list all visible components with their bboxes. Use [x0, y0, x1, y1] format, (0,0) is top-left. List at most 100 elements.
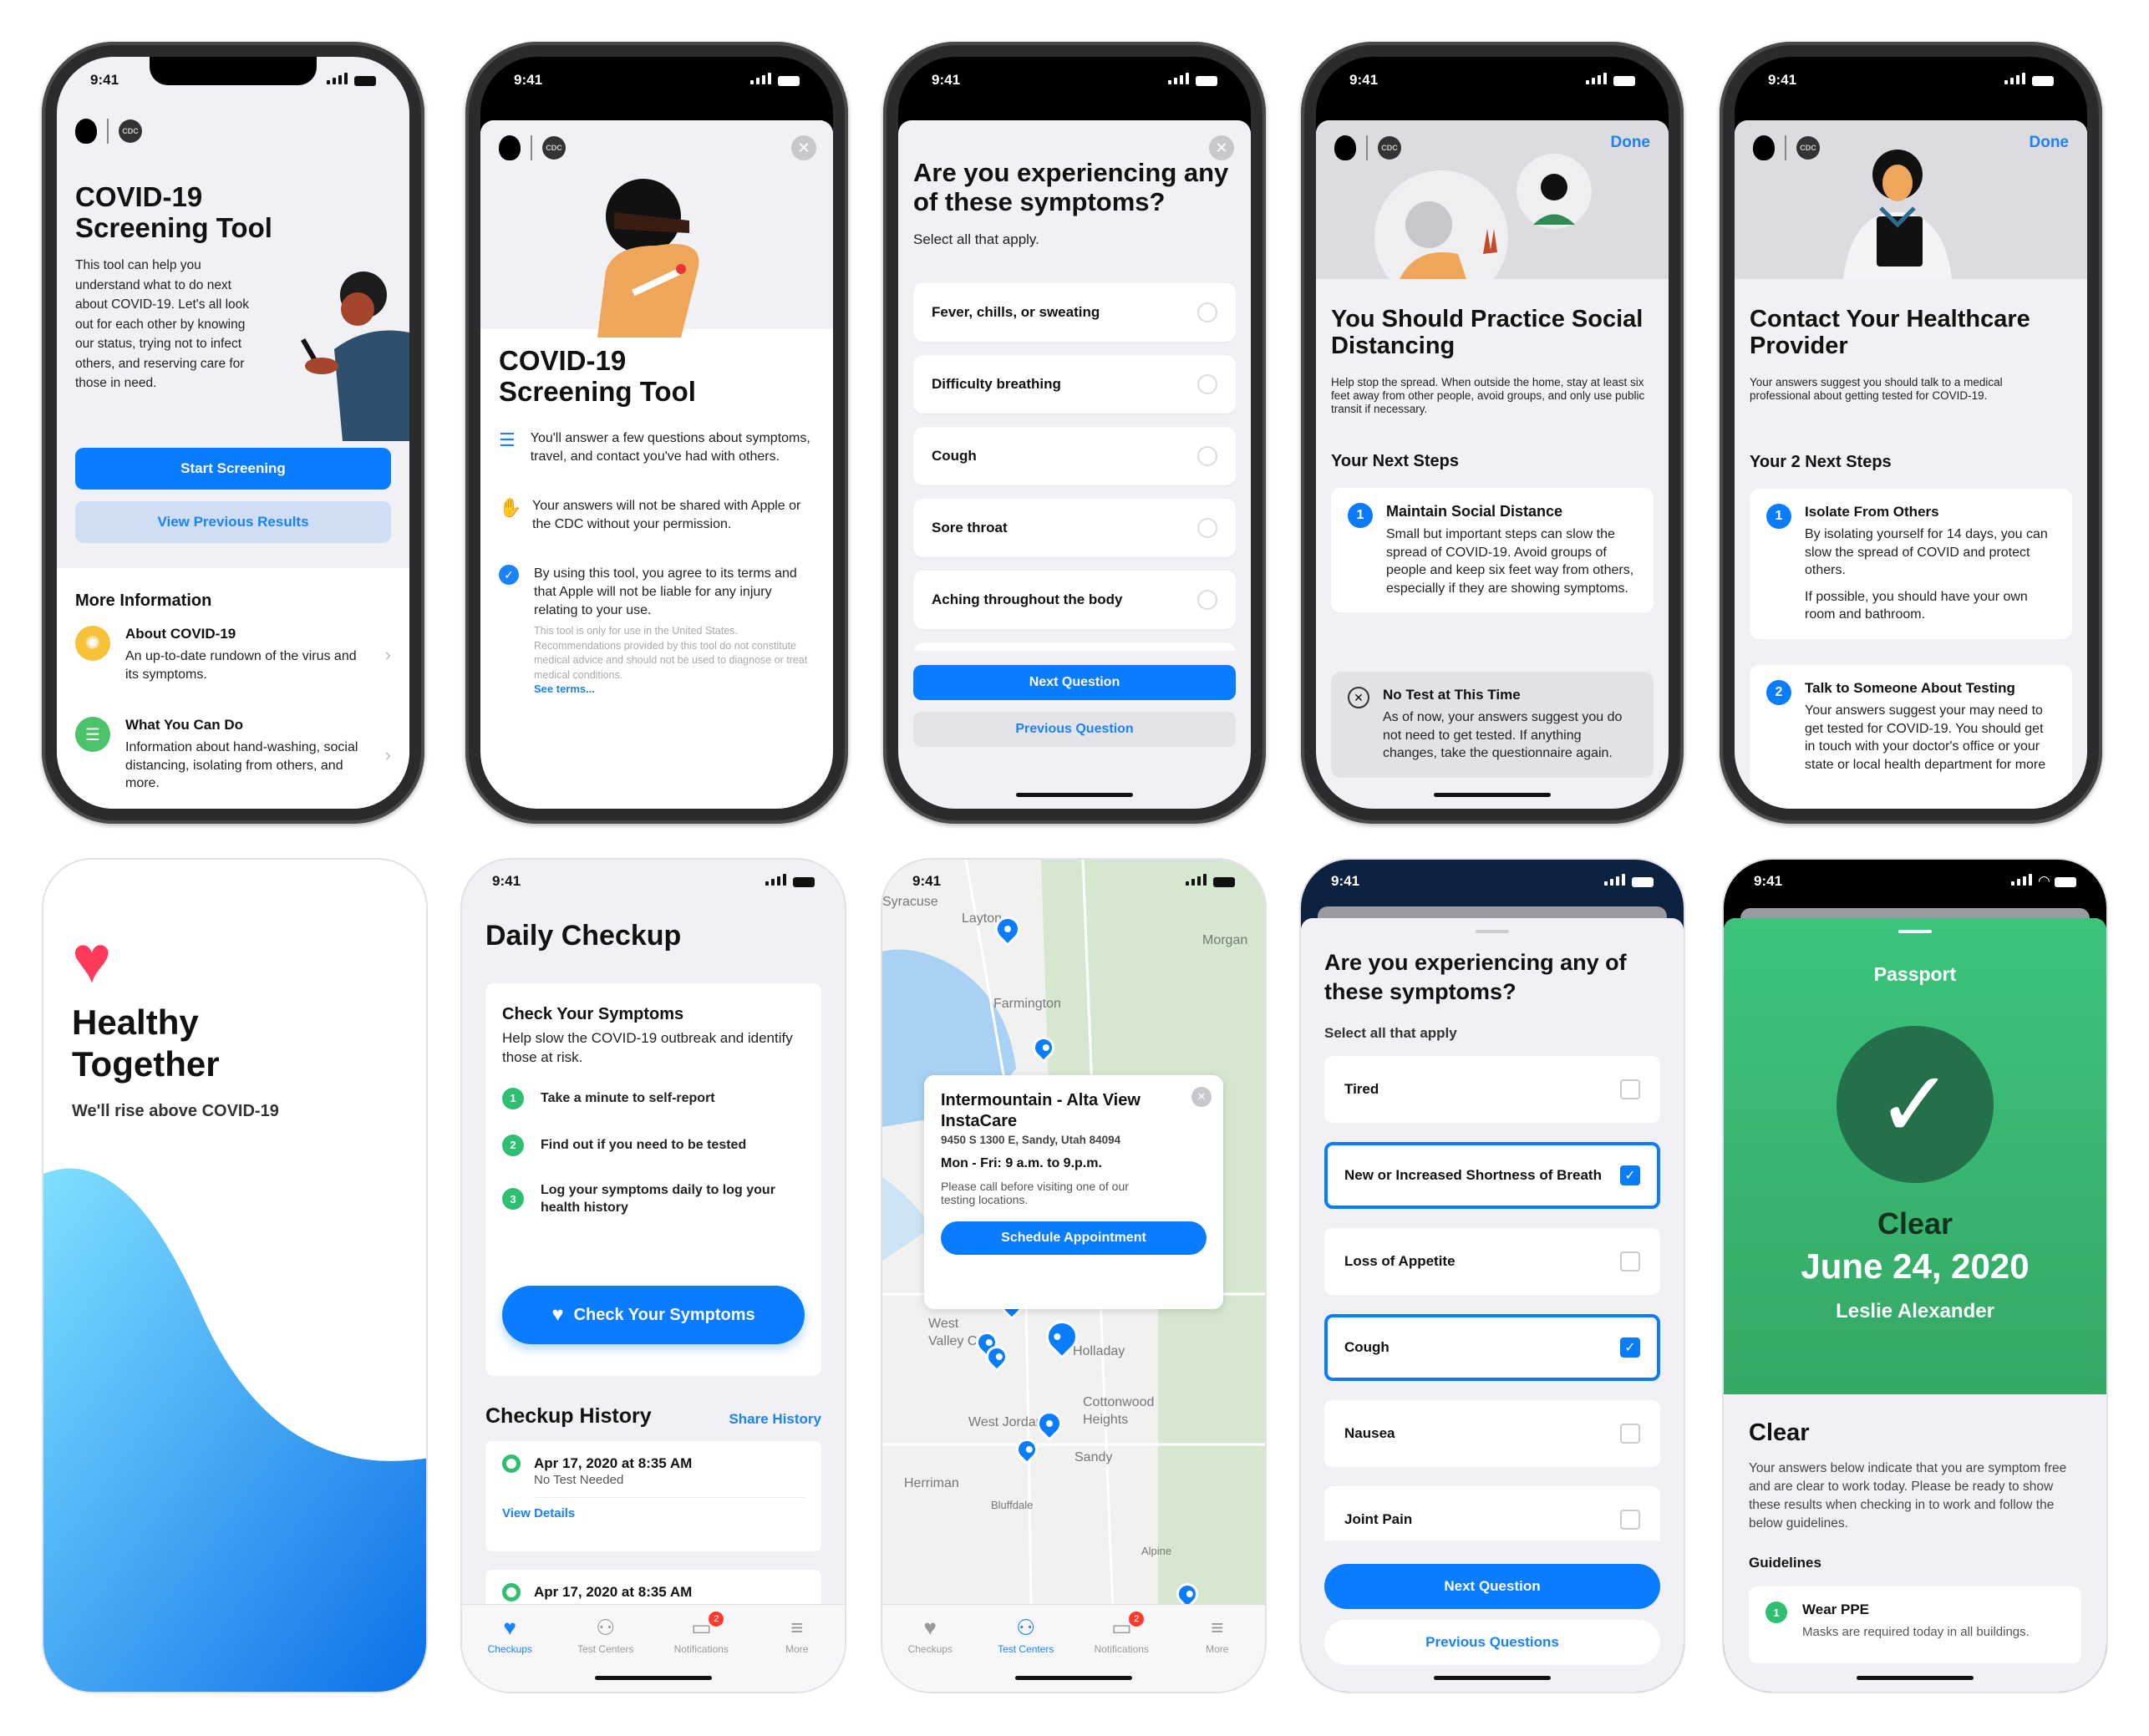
option-label: Fever, chills, or sweating: [932, 304, 1100, 320]
radio-button[interactable]: [1197, 374, 1217, 394]
checkbox-checked[interactable]: ✓: [1620, 1165, 1640, 1185]
tab-checkups[interactable]: ♥ Checkups: [892, 1615, 968, 1692]
step-item: 1 Take a minute to self-report: [502, 1087, 805, 1109]
close-popup-button[interactable]: ✕: [1191, 1087, 1212, 1107]
radio-button[interactable]: [1197, 518, 1217, 538]
list-icon: ☰: [499, 429, 516, 450]
next-steps-heading: Your 2 Next Steps: [1750, 453, 1892, 471]
checkbox[interactable]: [1620, 1510, 1640, 1530]
symptom-option[interactable]: Fever, chills, or sweating: [913, 283, 1236, 342]
home-indicator: [1015, 1676, 1132, 1680]
step-number: 3: [502, 1188, 524, 1211]
notification-badge: 2: [1129, 1612, 1145, 1627]
phone-passport: 9:41 ◠ Passport ✓ Clear June 24, 2020 Les…: [1722, 858, 2108, 1693]
previous-question-button[interactable]: Previous Question: [913, 712, 1236, 747]
close-button[interactable]: ✕: [1209, 135, 1234, 160]
tab-more[interactable]: ≡ More: [1180, 1615, 1255, 1692]
step-card: 1 Maintain Social Distance Small but impo…: [1331, 488, 1654, 613]
location-note: Please call before visiting one of our t…: [941, 1180, 1129, 1206]
next-question-button[interactable]: Next Question: [1324, 1564, 1660, 1609]
step-number: 2: [502, 1134, 524, 1156]
chevron-right-icon: ›: [384, 744, 391, 765]
next-question-button[interactable]: Next Question: [913, 665, 1236, 700]
heart-icon: ♥: [923, 1615, 937, 1640]
drag-handle[interactable]: [1898, 930, 1932, 933]
status-bar: 9:41: [462, 860, 845, 903]
check-symptoms-button[interactable]: ♥ Check Your Symptoms: [502, 1286, 805, 1344]
symptom-option[interactable]: Joint Pain: [1324, 1486, 1660, 1541]
drag-handle[interactable]: [1476, 930, 1509, 933]
checkbox[interactable]: [1620, 1079, 1640, 1099]
step-body: By isolating yourself for 14 days, you c…: [1805, 527, 2048, 578]
see-terms-link[interactable]: See terms...: [534, 683, 818, 695]
signal-icon: [1604, 874, 1625, 886]
step-text: Find out if you need to be tested: [541, 1138, 747, 1153]
next-steps-heading: Your Next Steps: [1331, 452, 1459, 470]
tab-checkups[interactable]: ♥ Checkups: [472, 1615, 547, 1692]
symptom-option[interactable]: Nausea: [1324, 1400, 1660, 1467]
view-previous-results-button[interactable]: View Previous Results: [75, 501, 391, 543]
symptom-option[interactable]: Aching throughout the body: [913, 571, 1236, 629]
card-title: Check Your Symptoms: [502, 1005, 684, 1023]
radio-button[interactable]: [1197, 446, 1217, 466]
section-body: Your answers below indicate that you are…: [1749, 1461, 2067, 1530]
symptom-option-partial[interactable]: [913, 642, 1236, 651]
list-item-what-you-can-do[interactable]: ☰ What You Can Do Information about hand-…: [75, 717, 391, 793]
checkbox-checked[interactable]: ✓: [1620, 1338, 1640, 1358]
bullet-text: Your answers will not be shared with App…: [532, 499, 801, 531]
status-time: 9:41: [1331, 873, 1360, 889]
signal-icon: [2010, 874, 2032, 886]
bullet-privacy: ✋ Your answers will not be shared with Ap…: [499, 497, 818, 533]
symptom-option[interactable]: Sore throat: [913, 499, 1236, 557]
menu-icon: ≡: [790, 1615, 804, 1640]
share-history-link[interactable]: Share History: [729, 1411, 821, 1428]
symptom-option[interactable]: Loss of Appetite: [1324, 1228, 1660, 1295]
app-title: Healthy Together: [72, 1003, 220, 1084]
tab-more[interactable]: ≡ More: [760, 1615, 835, 1692]
option-label: Nausea: [1344, 1425, 1395, 1441]
result-desc: Help stop the spread. When outside the h…: [1331, 376, 1645, 416]
tab-test-centers[interactable]: ⚇ Test Centers: [568, 1615, 643, 1692]
checkbox[interactable]: [1620, 1251, 1640, 1272]
view-details-link[interactable]: View Details: [502, 1506, 805, 1520]
status-bar: 9:41: [57, 57, 409, 104]
phone-daily-checkup: 9:41 Daily Checkup Check Your Symptoms H…: [460, 858, 846, 1693]
close-button[interactable]: ✕: [791, 135, 816, 160]
list-item-about-covid[interactable]: ✺ About COVID-19 An up-to-date rundown of…: [75, 626, 391, 683]
status-time: 9:41: [1754, 873, 1783, 889]
tab-test-centers[interactable]: ⚇ Test Centers: [988, 1615, 1064, 1692]
passport-name: Leslie Alexander: [1836, 1300, 1994, 1322]
location-popup: ✕ Intermountain - Alta View InstaCare 94…: [924, 1075, 1223, 1309]
schedule-appointment-button[interactable]: Schedule Appointment: [941, 1221, 1207, 1255]
previous-questions-button[interactable]: Previous Questions: [1324, 1620, 1660, 1665]
symptom-option-selected[interactable]: Cough ✓: [1324, 1314, 1660, 1381]
question-title: Are you experiencing any of these sympto…: [913, 158, 1229, 216]
status-bar: 9:41 ◠: [1724, 860, 2106, 903]
no-test-body: As of now, your answers suggest you do n…: [1383, 710, 1623, 761]
symptom-option-selected[interactable]: New or Increased Shortness of Breath ✓: [1324, 1142, 1660, 1209]
done-button[interactable]: Done: [2030, 134, 2070, 152]
signal-icon: [2004, 73, 2025, 84]
hand-icon: ✋: [499, 497, 522, 519]
history-entry[interactable]: Apr 17, 2020 at 8:35 AM No Test Needed V…: [485, 1441, 821, 1551]
checkmark-circle-icon: ✓: [499, 565, 519, 586]
divider: [531, 135, 532, 160]
tab-notifications[interactable]: ▭ 2 Notifications: [663, 1612, 739, 1692]
symptom-option[interactable]: Tired: [1324, 1056, 1660, 1123]
status-time: 9:41: [1349, 72, 1379, 88]
home-indicator: [1857, 1676, 1974, 1680]
tab-notifications[interactable]: ▭ 2 Notifications: [1084, 1612, 1159, 1692]
phone-social-distancing: 9:41 CDC Done You Should Practice Social…: [1301, 42, 1684, 824]
radio-button[interactable]: [1197, 590, 1217, 610]
apple-logo-icon: [499, 135, 521, 160]
step-body: Small but important steps can slow the s…: [1386, 527, 1634, 596]
symptom-option[interactable]: Cough: [913, 427, 1236, 485]
map-label: Morgan: [1202, 933, 1248, 947]
radio-button[interactable]: [1197, 302, 1217, 322]
start-screening-button[interactable]: Start Screening: [75, 448, 391, 490]
battery-icon: [354, 75, 376, 86]
checkbox[interactable]: [1620, 1424, 1640, 1444]
step-title: Maintain Social Distance: [1386, 503, 1563, 520]
symptom-option[interactable]: Difficulty breathing: [913, 355, 1236, 414]
done-button[interactable]: Done: [1611, 134, 1651, 152]
